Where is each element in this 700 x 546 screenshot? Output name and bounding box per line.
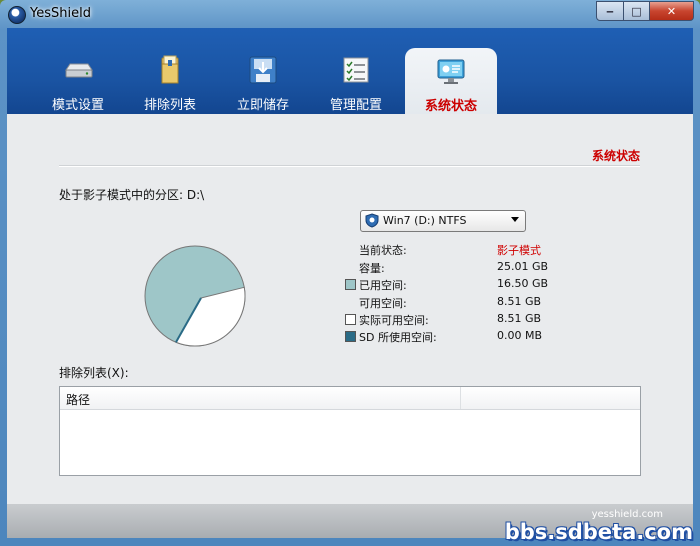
site-watermark: bbs.sdbeta.com (504, 520, 693, 544)
drive-select-value: Win7 (D:) NTFS (383, 214, 467, 227)
status-footer: yesshield.com bbs.sdbeta.com (7, 504, 693, 544)
tab-label: 管理配置 (329, 98, 382, 113)
status-panel: 系统状态 处于影子模式中的分区: D:\ Win7 (D:) NTFS 当前状态… (7, 114, 693, 504)
tab-save-now[interactable]: 立即储存 (220, 28, 306, 114)
window-title: YesShield (30, 6, 91, 21)
title-bar[interactable]: YesShield ‒ □ ✕ (0, 0, 700, 28)
folder-icon (161, 55, 179, 84)
tab-exclude-list[interactable]: 排除列表 (127, 28, 213, 114)
exclude-list-table[interactable]: 路径 (59, 386, 641, 476)
section-title: 系统状态 (591, 149, 640, 163)
tab-system-status[interactable]: 系统状态 (405, 48, 497, 114)
column-header-path[interactable]: 路径 (66, 391, 90, 408)
checklist-icon (343, 57, 369, 83)
chevron-down-icon (511, 217, 519, 222)
drive-icon (65, 63, 93, 78)
tab-label: 排除列表 (143, 98, 196, 113)
yesshield-logo-icon (8, 6, 26, 24)
used-value: 16.50 GB (497, 277, 549, 290)
tab-label: 立即储存 (236, 98, 289, 113)
status-label: 当前状态: (359, 244, 407, 257)
free-value: 8.51 GB (497, 295, 542, 308)
actual-free-value: 8.51 GB (497, 312, 542, 325)
client-area: 模式设置 排除列表 立即储存 管理配置 系统状态 系统状态 处于影子模式中的分区… (7, 28, 693, 544)
app-window: YesShield ‒ □ ✕ 模式设置 排除列表 立即储存 管理配置 系统状态… (0, 0, 700, 546)
status-value: 影子模式 (497, 244, 541, 257)
used-swatch (345, 279, 356, 290)
shield-icon (365, 213, 379, 228)
section-divider (59, 165, 640, 167)
table-header: 路径 (60, 387, 640, 410)
exclude-list-label: 排除列表(X): (59, 366, 129, 380)
minimize-button[interactable]: ‒ (596, 1, 624, 21)
used-label: 已用空间: (359, 279, 407, 292)
capacity-label: 容量: (359, 262, 385, 275)
monitor-icon (437, 59, 465, 84)
maximize-button[interactable]: □ (624, 1, 650, 21)
partition-label: 处于影子模式中的分区: D:\ (59, 188, 205, 202)
actual-free-label: 实际可用空间: (359, 314, 429, 327)
site-watermark-small: yesshield.com (591, 509, 663, 520)
tab-label: 系统状态 (424, 99, 477, 114)
main-tabs: 模式设置 排除列表 立即储存 管理配置 系统状态 (7, 28, 693, 114)
window-controls: ‒ □ ✕ (596, 1, 694, 21)
close-button[interactable]: ✕ (650, 1, 694, 21)
capacity-value: 25.01 GB (497, 260, 549, 273)
actual-free-swatch (345, 314, 356, 325)
tab-mode-settings[interactable]: 模式设置 (35, 28, 121, 114)
tab-manage-config[interactable]: 管理配置 (313, 28, 399, 114)
save-icon (249, 56, 277, 84)
free-label: 可用空间: (359, 297, 407, 310)
drive-select[interactable]: Win7 (D:) NTFS (360, 210, 526, 232)
sd-usage-value: 0.00 MB (497, 329, 543, 342)
disk-usage-pie (144, 245, 246, 347)
sd-swatch (345, 331, 356, 342)
sd-usage-label: SD 所使用空间: (359, 331, 437, 344)
tab-label: 模式设置 (51, 98, 104, 113)
column-divider (460, 387, 461, 409)
